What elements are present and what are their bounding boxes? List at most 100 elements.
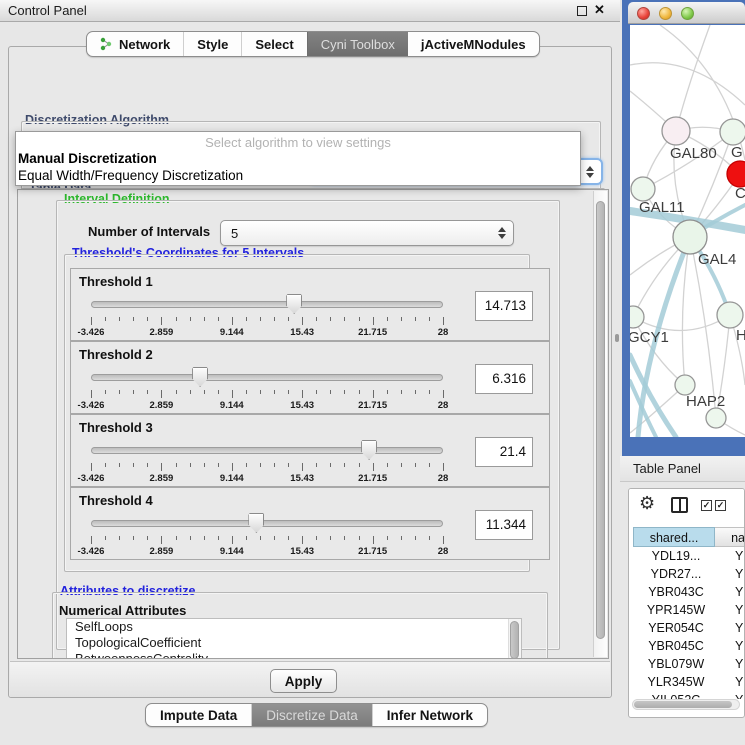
table-row[interactable]: YBL079W YBL0 [633,655,745,673]
algorithm-option-equal-width[interactable]: Equal Width/Frequency Discretization [16,167,580,184]
zoom-traffic-light-icon[interactable] [681,7,694,20]
slider-tick [316,536,317,540]
list-item[interactable]: SelfLoops [67,619,521,635]
network-node[interactable] [631,177,655,201]
tab-jactivemnodules[interactable]: jActiveMNodules [408,32,539,56]
network-node[interactable] [717,302,743,328]
table-row[interactable]: YIL052C YIL0 [633,691,745,699]
slider-tick [288,536,289,540]
threshold-2-value-field[interactable]: 6.316 [475,364,533,394]
table-scrollbar-thumb[interactable] [634,701,732,708]
column-header-name[interactable]: na [715,527,745,547]
threshold-3-value-field[interactable]: 21.4 [475,437,533,467]
threshold-1-value-field[interactable]: 14.713 [475,291,533,321]
tab-select[interactable]: Select [241,32,306,56]
algorithm-option-manual[interactable]: Manual Discretization [16,150,580,167]
slider-tick [288,463,289,467]
table-row[interactable]: YPR145W YPR1 [633,601,745,619]
table-row[interactable]: YDR27... YDR2 [633,565,745,583]
columns-icon[interactable] [671,497,688,513]
panel-scrollbar[interactable] [593,191,607,657]
settings-scroll-panel: Interval Definition Number of Intervals … [17,189,609,659]
numerical-attributes-list[interactable]: SelfLoopsTopologicalCoefficientBetweenne… [66,618,522,659]
slider-thumb[interactable] [286,294,302,314]
threshold-2-slider[interactable]: -3.4262.8599.14415.4321.71528 [71,364,471,414]
list-scrollbar-thumb[interactable] [510,621,519,659]
slider-tick [330,536,331,540]
network-node[interactable] [662,117,690,145]
node-label: GAL4 [698,251,736,268]
network-edge[interactable] [630,63,745,105]
tab-discretize-data[interactable]: Discretize Data [251,704,372,726]
slider-tick [133,463,134,467]
threshold-3-slider[interactable]: -3.4262.8599.14415.4321.71528 [71,437,471,487]
network-node[interactable] [630,306,644,328]
slider-thumb[interactable] [248,513,264,533]
slider-track[interactable] [91,447,443,454]
slider-tick-label: 15.43 [290,327,314,338]
threshold-4-slider[interactable]: -3.4262.8599.14415.4321.71528 [71,510,471,560]
slider-track[interactable] [91,301,443,308]
tab-impute-data[interactable]: Impute Data [146,704,251,726]
panel-scrollbar-thumb[interactable] [596,201,605,639]
gear-icon[interactable]: ⚙ [639,493,655,514]
tab-network[interactable]: Network [87,32,183,56]
slider-tick [344,390,345,394]
slider-tick [344,317,345,321]
slider-tick [176,317,177,321]
table-horizontal-scrollbar[interactable] [632,699,740,710]
slider-tick-label: -3.426 [78,400,105,411]
apply-button[interactable]: Apply [270,669,337,693]
number-of-intervals-value: 5 [231,221,493,246]
slider-tick [105,536,106,540]
tab-infer-network[interactable]: Infer Network [372,704,487,726]
slider-tick [443,390,444,398]
table-row[interactable]: YLR345W YLR3 [633,673,745,691]
slider-tick [344,536,345,540]
slider-track[interactable] [91,374,443,381]
minimize-traffic-light-icon[interactable] [659,7,672,20]
threshold-2-panel: Threshold 2 -3.4262.8599.14415.4321.7152… [70,341,550,414]
tab-discretize-data-label: Discretize Data [266,708,358,723]
tab-cyni-toolbox[interactable]: Cyni Toolbox [307,32,408,56]
stepper-icon [586,166,594,178]
list-item[interactable]: TopologicalCoefficient [67,635,521,651]
slider-tick [232,317,233,325]
network-node[interactable] [673,220,707,254]
slider-tick [218,317,219,321]
checkbox-icon[interactable]: ✓ [701,500,712,511]
network-edge[interactable] [676,25,710,131]
float-icon[interactable] [577,6,587,16]
table-row[interactable]: YBR043C YBR0 [633,583,745,601]
tab-style[interactable]: Style [183,32,241,56]
close-icon[interactable]: ✕ [594,2,605,18]
threshold-1-slider[interactable]: -3.4262.8599.14415.4321.71528 [71,291,471,341]
close-traffic-light-icon[interactable] [637,7,650,20]
slider-track[interactable] [91,520,443,527]
checkbox-icon[interactable]: ✓ [715,500,726,511]
slider-tick [387,317,388,321]
threshold-4-value-field[interactable]: 11.344 [475,510,533,540]
slider-tick [190,536,191,540]
slider-tick [204,463,205,467]
slider-tick-label: 2.859 [150,327,174,338]
cyni-toolbox-panel: Discretization Algorithm Select algorith… [8,46,612,698]
table-row[interactable]: YER054C YER0 [633,619,745,637]
list-scrollbar[interactable] [508,619,521,659]
slider-thumb[interactable] [192,367,208,387]
number-of-intervals-combobox[interactable]: 5 [220,220,514,246]
network-node[interactable] [706,408,726,428]
table-row[interactable]: YDL19... YDL1 [633,547,745,565]
list-item[interactable]: BetweennessCentrality [67,651,521,659]
panel-divider-handle[interactable] [615,334,619,342]
network-node[interactable] [720,119,745,145]
column-header-shared-name[interactable]: shared... [633,527,715,547]
slider-tick [302,536,303,544]
slider-tick-label: 21.715 [358,473,387,484]
network-canvas[interactable]: GAL80GCGAL11GAL4GCY1HHAP2 [630,25,745,437]
slider-tick [260,390,261,394]
table-cell-shared-name: YLR345W [633,673,719,691]
network-node[interactable] [675,375,695,395]
slider-thumb[interactable] [361,440,377,460]
table-row[interactable]: YBR045C YBR0 [633,637,745,655]
